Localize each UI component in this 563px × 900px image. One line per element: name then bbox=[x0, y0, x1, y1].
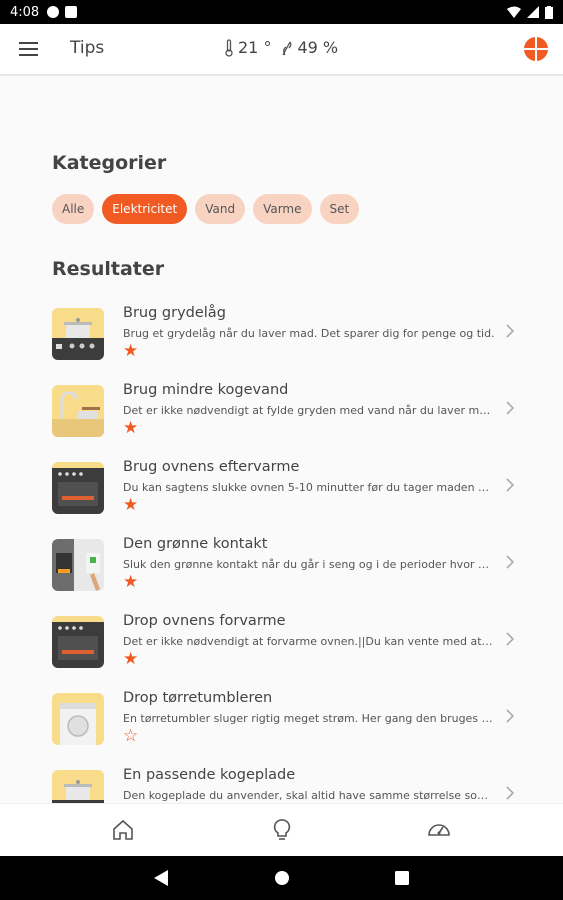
status-time: 4:08 bbox=[10, 4, 40, 20]
battery-icon bbox=[545, 5, 553, 19]
tip-thumbnail bbox=[52, 770, 104, 803]
tip-title: En passende kogeplade bbox=[123, 767, 296, 783]
tip-title: Drop ovnens forvarme bbox=[123, 613, 286, 629]
chevron-right-icon bbox=[506, 632, 515, 646]
star-icon[interactable]: ★ bbox=[123, 341, 138, 361]
tip-thumbnail bbox=[52, 693, 104, 745]
chevron-right-icon bbox=[506, 324, 515, 338]
menu-icon[interactable] bbox=[19, 42, 38, 56]
results-list: Brug grydelåg Brug et grydelåg når du lav… bbox=[0, 300, 563, 803]
tip-description: En tørretumbler sluger rigtig meget strø… bbox=[123, 712, 495, 725]
tip-description: Den kogeplade du anvender, skal altid ha… bbox=[123, 789, 495, 802]
tip-thumbnail bbox=[52, 385, 104, 437]
star-icon[interactable]: ★ bbox=[123, 649, 138, 669]
tip-thumbnail bbox=[52, 308, 104, 360]
home-button-icon[interactable] bbox=[274, 870, 290, 886]
lightbulb-icon[interactable] bbox=[269, 817, 295, 843]
notification-icon bbox=[47, 6, 60, 18]
tip-thumbnail bbox=[52, 539, 104, 591]
back-icon[interactable] bbox=[154, 870, 168, 886]
chevron-right-icon bbox=[506, 478, 515, 492]
star-icon[interactable]: ★ bbox=[123, 418, 138, 438]
star-icon[interactable]: ☆ bbox=[123, 726, 138, 746]
recents-icon[interactable] bbox=[395, 871, 409, 885]
globe-icon[interactable] bbox=[523, 36, 549, 62]
chip-elektricitet[interactable]: Elektricitet bbox=[102, 194, 188, 224]
tip-description: Det er ikke nødvendigt at forvarme ovnen… bbox=[123, 635, 495, 648]
bottom-navigation bbox=[0, 803, 563, 856]
gauge-icon[interactable] bbox=[426, 817, 452, 843]
categories-heading: Kategorier bbox=[52, 152, 167, 174]
climate-readout: 21 ° 49 % bbox=[224, 38, 338, 57]
results-heading: Resultater bbox=[52, 258, 165, 280]
chip-set[interactable]: Set bbox=[319, 194, 360, 224]
tip-title: Brug mindre kogevand bbox=[123, 382, 289, 398]
list-item[interactable]: Brug ovnens eftervarme Du kan sagtens slu… bbox=[0, 454, 563, 531]
list-item[interactable]: Drop tørretumbleren En tørretumbler sluge… bbox=[0, 685, 563, 762]
chip-varme[interactable]: Varme bbox=[253, 194, 312, 224]
chip-vand[interactable]: Vand bbox=[195, 194, 246, 224]
notification-icon bbox=[65, 6, 78, 18]
list-item[interactable]: Brug grydelåg Brug et grydelåg når du lav… bbox=[0, 300, 563, 377]
page-title: Tips bbox=[70, 38, 105, 58]
status-bar: 4:08 bbox=[0, 0, 563, 24]
humidity-icon bbox=[282, 41, 292, 55]
tip-thumbnail bbox=[52, 616, 104, 668]
tip-title: Brug grydelåg bbox=[123, 305, 226, 321]
category-chips: Alle Elektricitet Vand Varme Set bbox=[52, 194, 360, 224]
humidity-value: 49 % bbox=[297, 38, 339, 57]
home-icon[interactable] bbox=[110, 817, 136, 843]
thermometer-icon bbox=[225, 38, 233, 57]
signal-icon bbox=[527, 6, 539, 18]
chip-alle[interactable]: Alle bbox=[52, 194, 95, 224]
tip-title: Den grønne kontakt bbox=[123, 536, 268, 552]
tip-title: Brug ovnens eftervarme bbox=[123, 459, 300, 475]
tip-description: Det er ikke nødvendigt at fylde gryden m… bbox=[123, 404, 495, 417]
list-item[interactable]: Brug mindre kogevand Det er ikke nødvendi… bbox=[0, 377, 563, 454]
star-icon[interactable]: ★ bbox=[123, 572, 138, 592]
list-item[interactable]: En passende kogeplade Den kogeplade du an… bbox=[0, 762, 563, 803]
tip-thumbnail bbox=[52, 462, 104, 514]
chevron-right-icon bbox=[506, 555, 515, 569]
list-item[interactable]: Drop ovnens forvarme Det er ikke nødvendi… bbox=[0, 608, 563, 685]
wifi-icon bbox=[507, 6, 521, 18]
star-icon[interactable]: ★ bbox=[123, 495, 138, 515]
tip-description: Du kan sagtens slukke ovnen 5-10 minutte… bbox=[123, 481, 495, 494]
system-navigation-bar bbox=[0, 856, 563, 900]
chevron-right-icon bbox=[506, 709, 515, 723]
chevron-right-icon bbox=[506, 401, 515, 415]
chevron-right-icon bbox=[506, 786, 515, 800]
tip-description: Brug et grydelåg når du laver mad. Det s… bbox=[123, 327, 495, 340]
temperature-value: 21 ° bbox=[238, 38, 272, 57]
list-item[interactable]: Den grønne kontakt Sluk den grønne kontak… bbox=[0, 531, 563, 608]
tip-description: Sluk den grønne kontakt når du går i sen… bbox=[123, 558, 495, 571]
tip-title: Drop tørretumbleren bbox=[123, 690, 273, 706]
app-bar: Tips 21 ° 49 % bbox=[0, 24, 563, 76]
